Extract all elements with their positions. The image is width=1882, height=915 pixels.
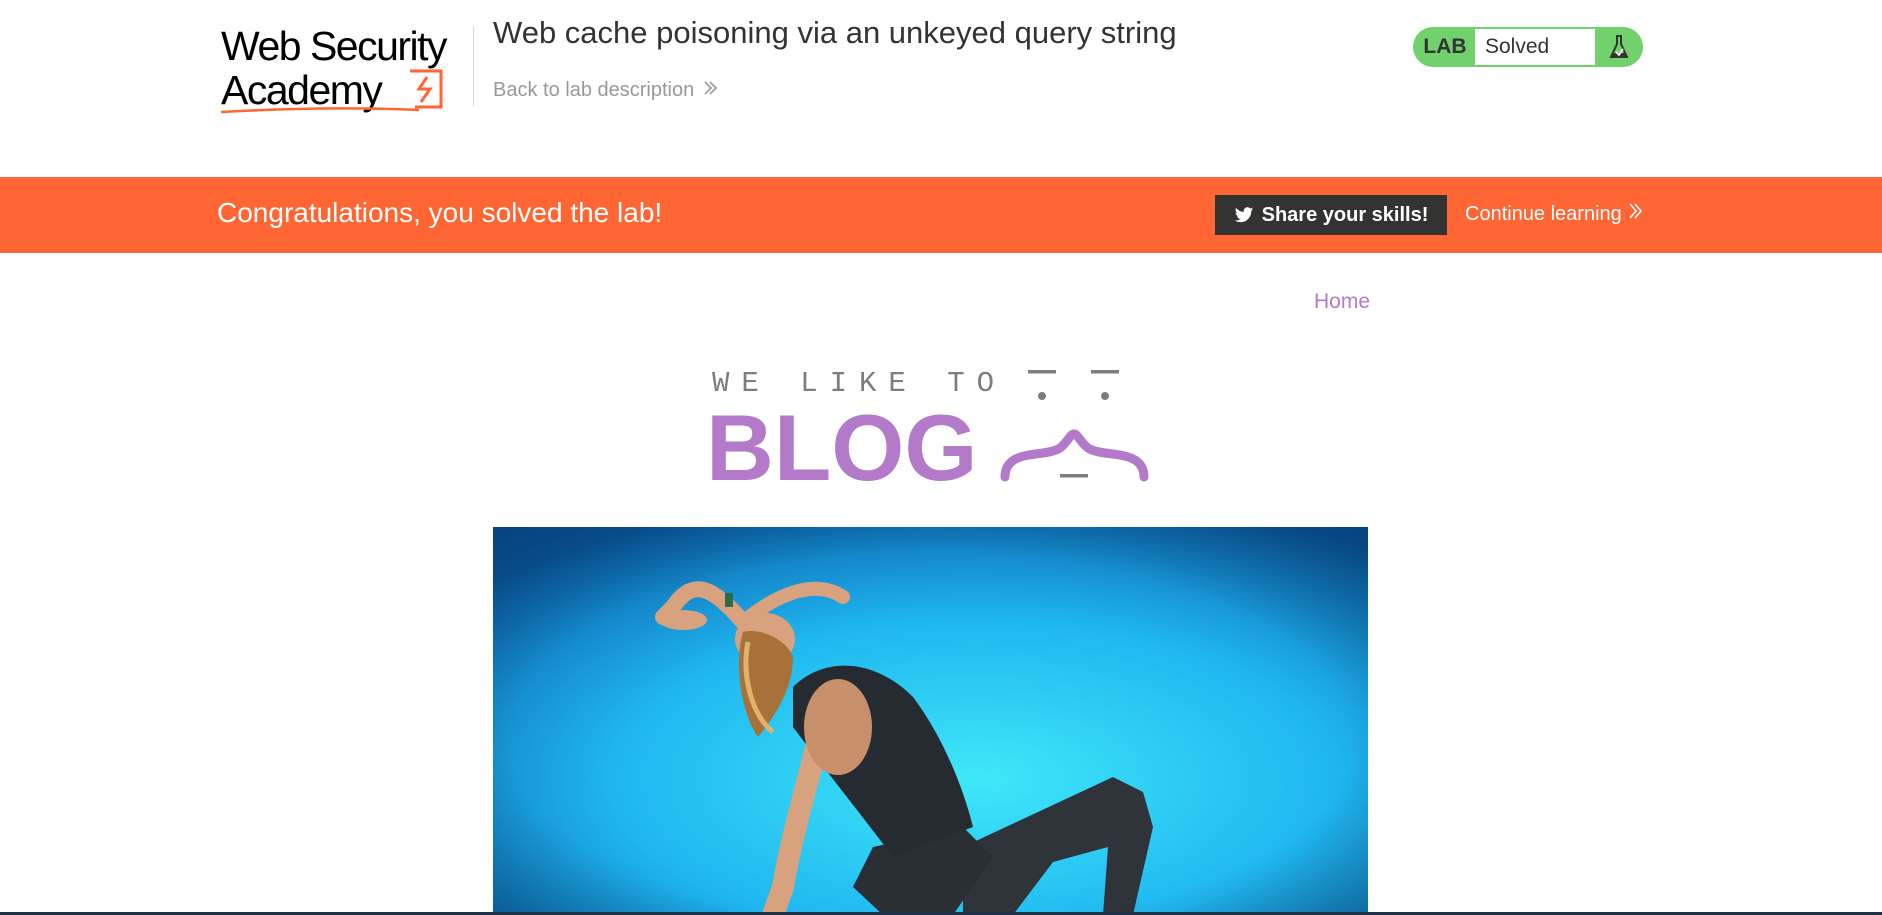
back-link-label: Back to lab description — [493, 79, 695, 101]
lab-header: Web Security Academy Web cache poisoning… — [0, 0, 1882, 177]
academy-logo[interactable]: Web Security Academy — [219, 25, 471, 117]
blog-logo: WE LIKE TO BLOG — [706, 367, 1149, 490]
lab-title: Web cache poisoning via an unkeyed query… — [493, 15, 1177, 50]
smiley-face-icon — [1000, 370, 1149, 482]
header-divider — [473, 26, 474, 106]
continue-learning-link[interactable]: Continue learning — [1465, 202, 1643, 226]
blog-hero-image[interactable] — [493, 527, 1368, 915]
twitter-bird-icon — [1234, 206, 1254, 224]
nav-home-link[interactable]: Home — [1314, 290, 1370, 314]
congratulations-message: Congratulations, you solved the lab! — [217, 197, 663, 228]
share-skills-button[interactable]: Share your skills! — [1215, 195, 1447, 235]
solved-banner: Congratulations, you solved the lab! Sha… — [0, 177, 1882, 253]
lab-status-text: Solved — [1475, 29, 1595, 65]
double-chevron-right-icon — [703, 79, 718, 102]
lab-label: LAB — [1423, 35, 1467, 58]
double-chevron-right-icon — [1628, 202, 1643, 226]
blog-logo-title: BLOG — [706, 395, 978, 490]
lab-status-widget: LAB Solved — [1413, 27, 1643, 67]
flask-icon — [1595, 33, 1643, 61]
logo-line1: Web Security — [221, 25, 448, 69]
continue-learning-label: Continue learning — [1465, 202, 1622, 225]
back-to-lab-link[interactable]: Back to lab description — [493, 79, 718, 102]
share-skills-label: Share your skills! — [1261, 203, 1429, 226]
lightning-icon — [410, 69, 443, 109]
logo-line2: Academy — [221, 67, 383, 113]
